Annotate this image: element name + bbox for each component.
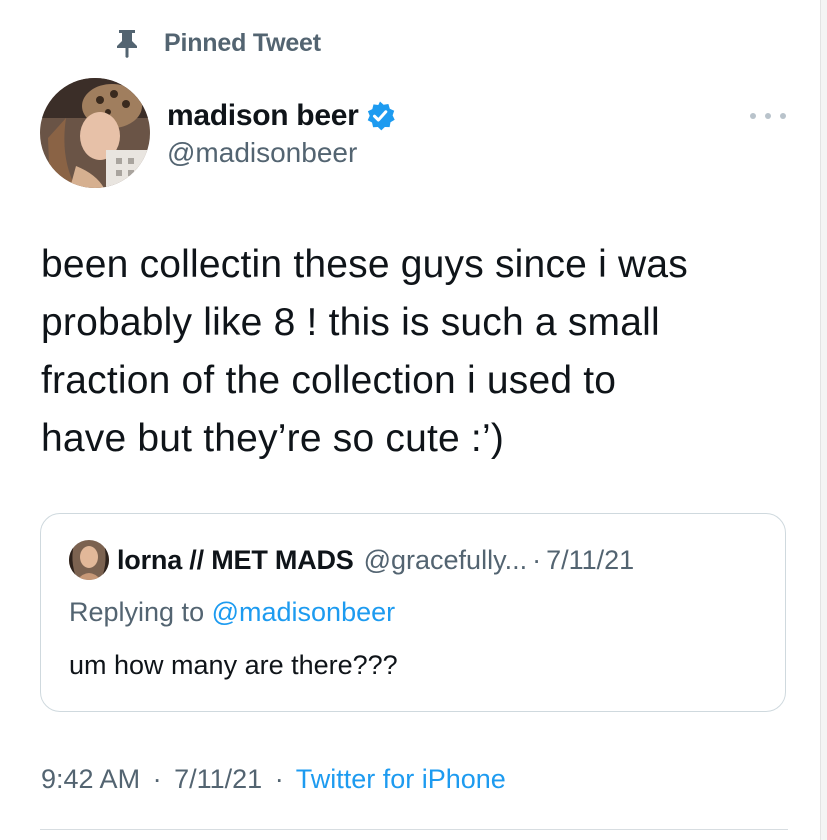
- pinned-label: Pinned Tweet: [164, 28, 321, 57]
- pinned-indicator: Pinned Tweet: [112, 26, 321, 60]
- tweet-time[interactable]: 9:42 AM: [41, 764, 140, 794]
- replying-to-prefix: Replying to: [69, 597, 205, 627]
- more-options-icon[interactable]: [750, 108, 786, 124]
- author-handle[interactable]: @madisonbeer: [167, 137, 357, 169]
- author-display-name[interactable]: madison beer: [167, 99, 359, 133]
- pin-icon: [112, 28, 142, 58]
- quoted-tweet-text: um how many are there???: [69, 650, 398, 680]
- window-edge: [820, 0, 827, 840]
- replying-to-line: Replying to @madisonbeer: [69, 597, 395, 628]
- quoted-tweet-header: lorna // MET MADS @gracefully... · 7/11/…: [69, 540, 634, 580]
- quoted-author-handle: @gracefully...: [363, 544, 528, 575]
- tweet-date[interactable]: 7/11/21: [174, 764, 262, 794]
- verified-badge-icon: [364, 100, 396, 132]
- divider: [40, 829, 788, 830]
- separator-dot: ·: [152, 764, 162, 794]
- tweet-text: been collectin these guys since i was pr…: [41, 243, 688, 460]
- separator-dot: ·: [274, 764, 284, 794]
- tweet-source-link[interactable]: Twitter for iPhone: [296, 764, 506, 794]
- quoted-tweet-date: 7/11/21: [546, 544, 635, 575]
- quoted-author-avatar: [69, 540, 109, 580]
- author-avatar[interactable]: [40, 78, 150, 188]
- tweet-metadata: 9:42 AM · 7/11/21 · Twitter for iPhone: [41, 764, 506, 795]
- quoted-tweet-card[interactable]: lorna // MET MADS @gracefully... · 7/11/…: [40, 513, 786, 712]
- separator-dot: ·: [532, 544, 542, 575]
- quoted-author-name: lorna // MET MADS: [117, 544, 354, 575]
- author-name-row[interactable]: madison beer: [167, 96, 396, 136]
- replying-to-link[interactable]: @madisonbeer: [212, 597, 396, 627]
